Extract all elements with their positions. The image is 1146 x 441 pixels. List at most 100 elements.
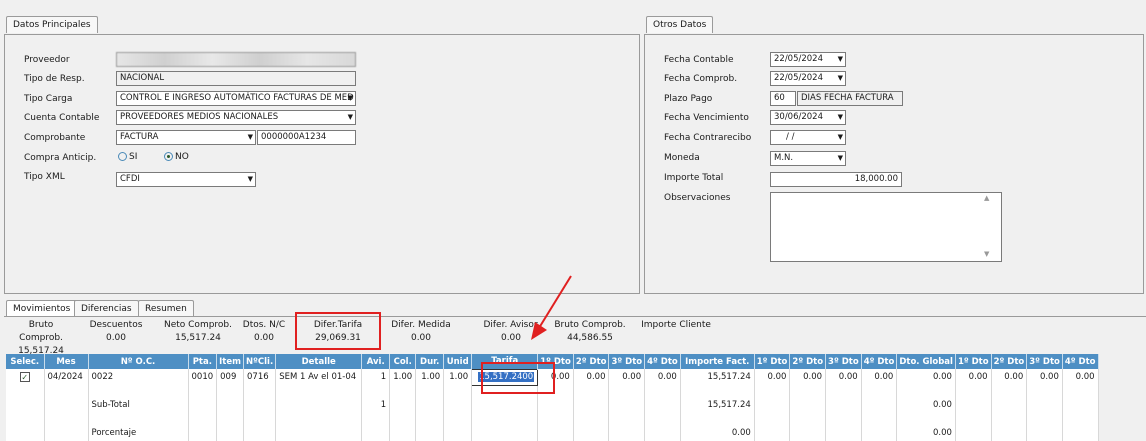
- cell-detalle: SEM 1 Av el 01-04: [275, 369, 363, 385]
- scroll-down-icon[interactable]: ▼: [984, 250, 989, 258]
- tipo-resp-field: NACIONAL: [116, 71, 356, 86]
- cell-importe-fact: 15,517.24: [680, 369, 755, 385]
- plazo-pago-field[interactable]: 60: [770, 91, 796, 106]
- annotation-arrow-icon: [531, 275, 572, 340]
- col-header[interactable]: 2º Dto: [991, 354, 1028, 369]
- col-header[interactable]: Mes: [44, 354, 89, 369]
- tipo-resp-label: Tipo de Resp.: [24, 74, 85, 84]
- tab-diferencias[interactable]: Diferencias: [74, 300, 139, 317]
- col-header[interactable]: Dur.: [415, 354, 445, 369]
- comprobante-label: Comprobante: [24, 133, 86, 143]
- col-header[interactable]: 3º Dto: [608, 354, 646, 369]
- col-header[interactable]: Avi.: [361, 354, 391, 369]
- col-header[interactable]: 4º Dto: [1062, 354, 1099, 369]
- fecha-contable-select[interactable]: 22/05/2024 ▼: [770, 52, 846, 67]
- subtotal-avi: 1: [361, 397, 391, 413]
- tipo-carga-select[interactable]: CONTROL E INGRESO AUTOMÁTICO FACTURAS DE…: [116, 91, 356, 106]
- col-header[interactable]: Pta.: [188, 354, 218, 369]
- bottom-panel-divider: [4, 316, 1146, 317]
- col-header[interactable]: 2º Dto: [789, 354, 827, 369]
- radio-selected-icon: [164, 152, 173, 161]
- comprobante-select[interactable]: FACTURA ▼: [116, 130, 256, 145]
- tab-movimientos[interactable]: Movimientos: [6, 300, 78, 317]
- fecha-comprob-select[interactable]: 22/05/2024 ▼: [770, 71, 846, 86]
- col-header[interactable]: NºCli.: [243, 354, 277, 369]
- radio-no-label: NO: [175, 152, 189, 162]
- tipo-xml-label: Tipo XML: [24, 172, 65, 182]
- summary-value: 0.00: [105, 333, 127, 343]
- cell-mes: 04/2024: [44, 369, 89, 385]
- summary-neto-comprob: Neto Comprob. 15,517.24: [160, 319, 236, 345]
- summary-label: Neto Comprob.: [163, 320, 233, 330]
- col-header[interactable]: 3º Dto: [1026, 354, 1063, 369]
- proveedor-field-redacted[interactable]: [116, 52, 356, 67]
- summary-difer-medida: Difer. Medida 0.00: [386, 319, 456, 345]
- fecha-contra-select[interactable]: / / ▼: [770, 130, 846, 145]
- chevron-down-icon: ▼: [837, 74, 843, 82]
- cell-dto: 0.00: [825, 369, 862, 385]
- summary-importe-cliente: Importe Cliente: [636, 319, 716, 332]
- cell-dto: 0.00: [754, 369, 791, 385]
- checkbox-checked-icon[interactable]: ✓: [19, 371, 30, 382]
- select-cell[interactable]: ✓: [6, 369, 45, 385]
- cuenta-contable-value: PROVEEDORES MEDIOS NACIONALES: [120, 112, 279, 122]
- tab-otros-datos[interactable]: Otros Datos: [646, 16, 714, 33]
- col-header[interactable]: Importe Fact.: [680, 354, 755, 369]
- cell-dto: 0.00: [789, 369, 827, 385]
- col-header[interactable]: 4º Dto: [861, 354, 898, 369]
- partial-importe: 0.00: [680, 425, 755, 441]
- importe-total-field[interactable]: 18,000.00: [770, 172, 902, 187]
- col-header[interactable]: 1º Dto: [955, 354, 992, 369]
- radio-circle-icon: [118, 152, 127, 161]
- radio-no[interactable]: NO: [164, 152, 189, 162]
- col-header[interactable]: 1º Dto: [754, 354, 791, 369]
- summary-dtos-nc: Dtos. N/C 0.00: [238, 319, 290, 345]
- observaciones-textarea[interactable]: [770, 192, 1002, 262]
- tipo-carga-value: CONTROL E INGRESO AUTOMÁTICO FACTURAS DE…: [120, 93, 354, 103]
- col-header[interactable]: Nº O.C.: [88, 354, 189, 369]
- cell-item: 009: [216, 369, 244, 385]
- cell-dto: 0.00: [1026, 369, 1063, 385]
- chevron-down-icon: ▼: [347, 113, 353, 121]
- col-header[interactable]: 3º Dto: [825, 354, 862, 369]
- col-header[interactable]: Dto. Global: [896, 354, 956, 369]
- col-header[interactable]: Selec.: [6, 354, 45, 369]
- proveedor-label: Proveedor: [24, 55, 70, 65]
- comprobante-number-field[interactable]: 0000000A1234: [257, 130, 356, 145]
- col-header[interactable]: 2º Dto: [573, 354, 610, 369]
- cell-pta: 0010: [188, 369, 218, 385]
- compra-anticip-label: Compra Anticip.: [24, 153, 97, 163]
- col-header[interactable]: Col.: [389, 354, 417, 369]
- col-header[interactable]: Item: [216, 354, 244, 369]
- fecha-venc-select[interactable]: 30/06/2024 ▼: [770, 110, 846, 125]
- chevron-down-icon: ▼: [837, 55, 843, 63]
- tipo-xml-value: CFDI: [120, 174, 140, 184]
- subtotal-importe: 15,517.24: [680, 397, 755, 413]
- chevron-down-icon: ▼: [837, 113, 843, 121]
- tab-resumen[interactable]: Resumen: [138, 300, 194, 317]
- radio-si-label: SI: [129, 152, 138, 162]
- highlight-tarifa-cell: [481, 362, 555, 394]
- cell-dto: 0.00: [573, 369, 610, 385]
- tipo-xml-select[interactable]: CFDI ▼: [116, 172, 256, 187]
- cell-dto: 0.00: [955, 369, 992, 385]
- col-header[interactable]: 4º Dto: [644, 354, 681, 369]
- cuenta-contable-select[interactable]: PROVEEDORES MEDIOS NACIONALES ▼: [116, 110, 356, 125]
- moneda-select[interactable]: M.N. ▼: [770, 151, 846, 166]
- moneda-label: Moneda: [664, 153, 700, 163]
- fecha-contable-value: 22/05/2024: [774, 54, 823, 64]
- summary-value: 15,517.24: [175, 333, 221, 343]
- subtotal-label: Sub-Total: [88, 397, 189, 413]
- chevron-down-icon: ▼: [837, 154, 843, 162]
- partial-row: Porcentaje 0.00 0.00: [6, 425, 1099, 441]
- col-header[interactable]: Unid: [443, 354, 473, 369]
- summary-label: Descuentos: [89, 320, 143, 330]
- scroll-up-icon[interactable]: ▲: [984, 194, 989, 202]
- summary-value: 0.00: [253, 333, 275, 343]
- cell-dto: 0.00: [991, 369, 1028, 385]
- tab-datos-principales[interactable]: Datos Principales: [6, 16, 98, 33]
- col-header[interactable]: Detalle: [275, 354, 363, 369]
- plazo-pago-label: Plazo Pago: [664, 94, 713, 104]
- chevron-down-icon: ▼: [247, 175, 253, 183]
- radio-si[interactable]: SI: [118, 152, 137, 162]
